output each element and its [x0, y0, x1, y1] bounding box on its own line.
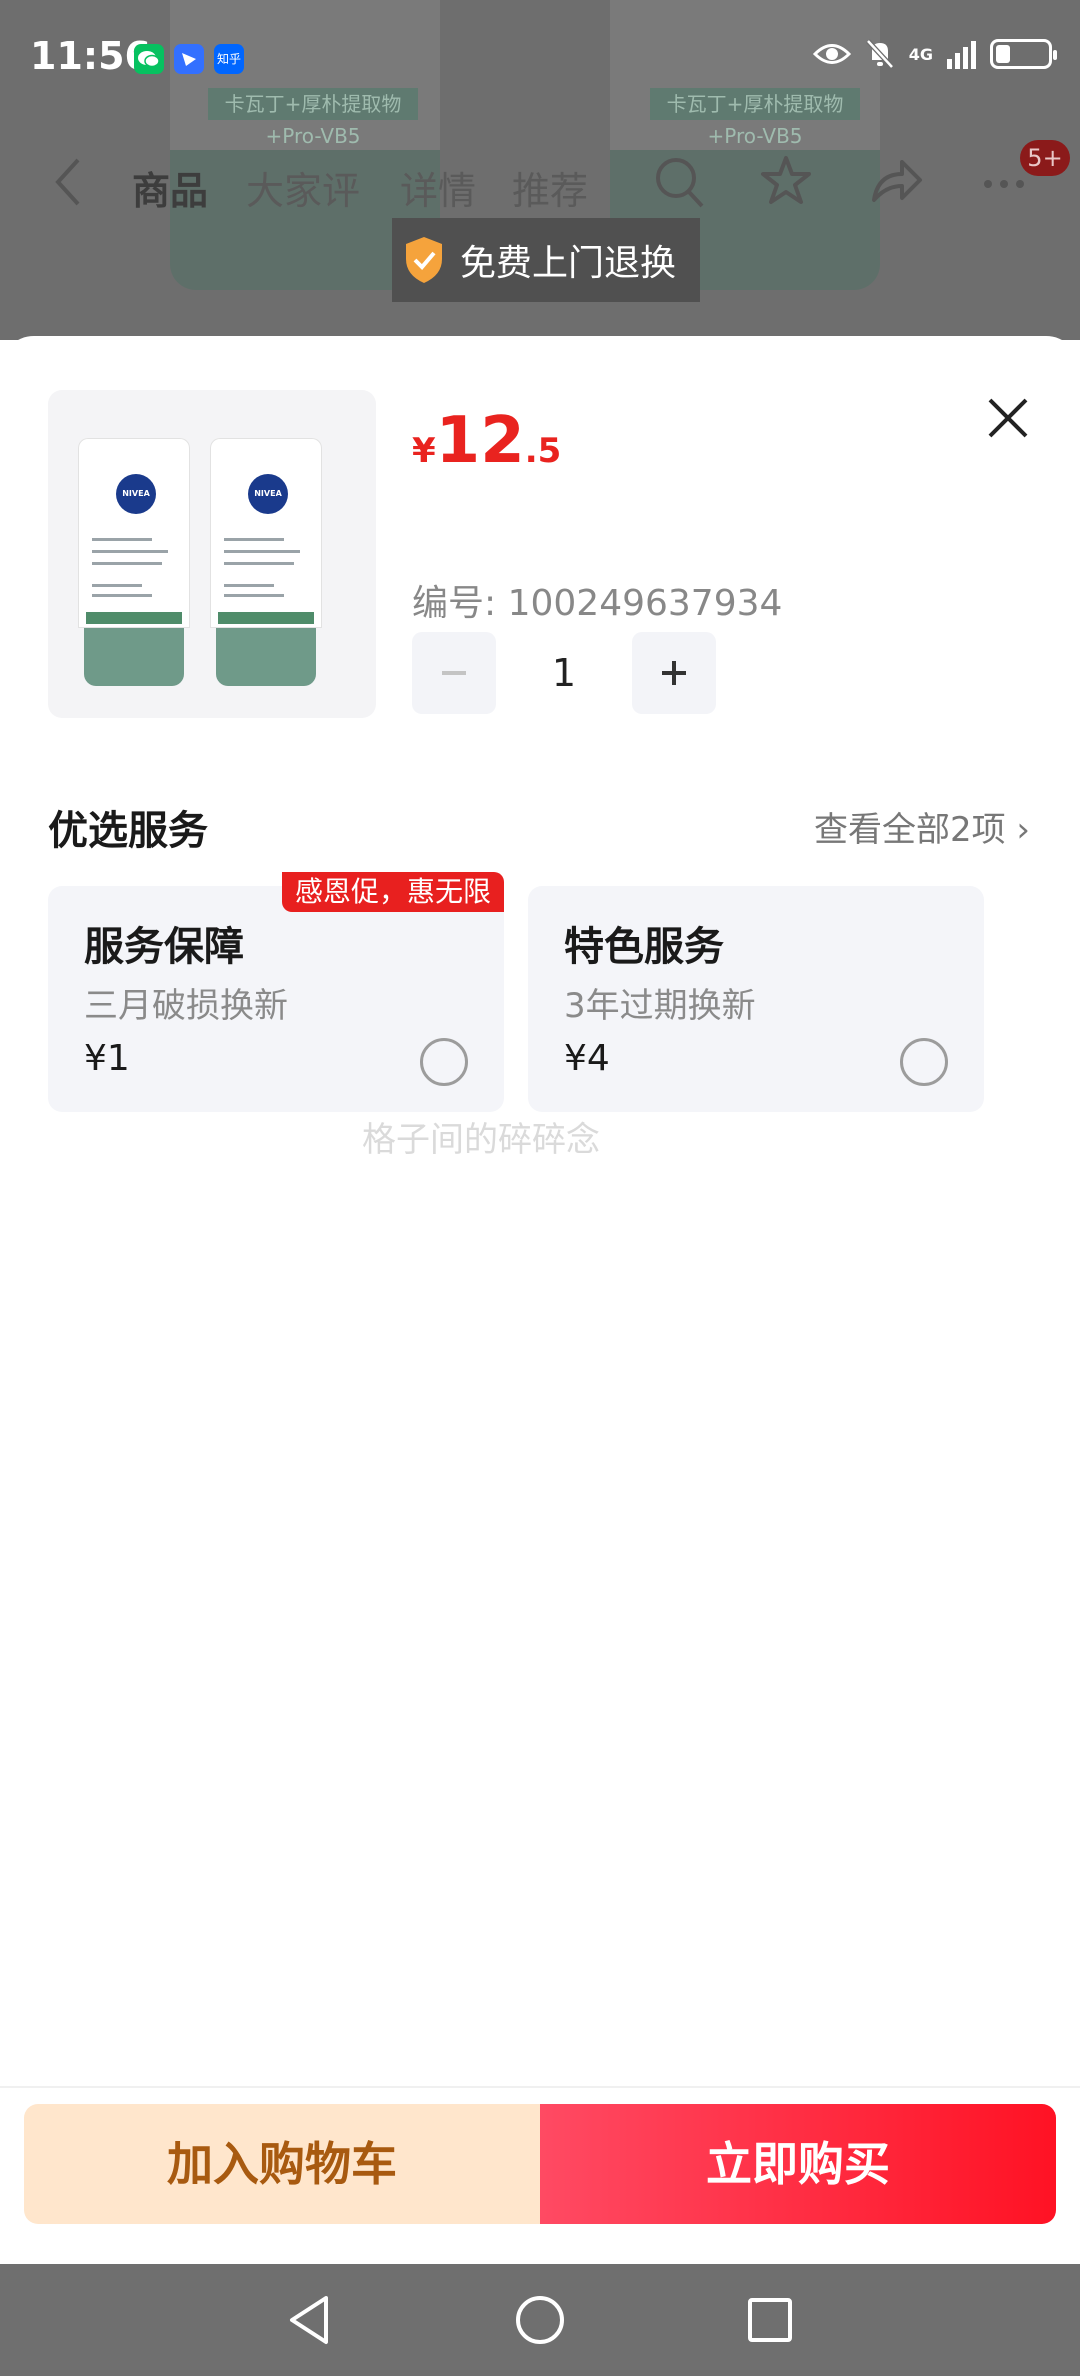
decrease-quantity-button[interactable]: [412, 632, 496, 714]
add-to-cart-button[interactable]: 加入购物车: [24, 2104, 540, 2224]
service-card-title: 特色服务: [564, 924, 724, 970]
search-icon: [656, 158, 704, 208]
service-card-price: ¥1: [84, 1038, 130, 1079]
zhihu-icon: 知乎: [214, 44, 244, 74]
product-tube: NIVEA: [78, 438, 190, 686]
promo-tag: 感恩促，惠无限: [282, 872, 504, 912]
bottom-action-bar: 加入购物车 立即购买: [0, 2086, 1080, 2264]
service-radio[interactable]: [420, 1038, 468, 1086]
close-icon: [988, 398, 1028, 438]
home-circle-icon: [516, 2296, 564, 2344]
view-all-services-link[interactable]: 查看全部2项 ›: [814, 802, 1030, 851]
shield-check-icon: [406, 237, 442, 283]
free-return-banner: 免费上门退换: [392, 218, 700, 302]
status-indicators: 4G: [812, 38, 1057, 70]
product-tube: NIVEA: [210, 438, 322, 686]
message-badge: 5+: [1020, 140, 1070, 176]
status-bar: 11:56 知乎 4G: [0, 0, 1080, 120]
battery-icon: [990, 39, 1057, 69]
free-return-label: 免费上门退换: [460, 243, 677, 284]
service-card-title: 服务保障: [84, 924, 244, 970]
star-icon: [761, 156, 811, 204]
status-time: 11:56: [30, 34, 151, 78]
share-icon: [872, 160, 922, 202]
service-radio[interactable]: [900, 1038, 948, 1086]
quantity-value[interactable]: 1: [496, 651, 632, 695]
system-back-button[interactable]: [280, 2290, 340, 2350]
services-section-title: 优选服务: [48, 808, 208, 854]
plus-icon: [662, 661, 686, 685]
sku-selection-sheet: NIVEA NIVEA ¥12.5 编号: 100249637934 1 优选服…: [0, 336, 1080, 2086]
minus-icon: [442, 671, 466, 675]
close-button[interactable]: [978, 388, 1038, 448]
background-top-nav: 商品 大家评 详情 推荐: [0, 140, 1080, 230]
back-triangle-icon: [290, 2296, 328, 2344]
service-card-price: ¥4: [564, 1038, 610, 1079]
tab-reviews: 大家评: [246, 169, 361, 213]
price-decimal: .5: [524, 431, 562, 471]
recents-square-icon: [748, 2298, 792, 2342]
service-card[interactable]: 服务保障 三月破损换新 ¥1: [48, 886, 504, 1112]
wechat-icon: [134, 44, 164, 74]
system-recents-button[interactable]: [740, 2290, 800, 2350]
price-currency: ¥: [412, 431, 436, 471]
product-thumbnail: NIVEA NIVEA: [48, 390, 376, 718]
system-home-button[interactable]: [510, 2290, 570, 2350]
buy-now-button[interactable]: 立即购买: [540, 2104, 1056, 2224]
tab-product: 商品: [132, 169, 209, 213]
sku-number: 编号: 100249637934: [412, 583, 783, 624]
tab-recommend: 推荐: [512, 169, 589, 213]
feishu-icon: [174, 44, 204, 74]
back-arrow-icon: [55, 158, 80, 206]
mute-bell-icon: [865, 39, 894, 69]
quantity-stepper: 1: [412, 632, 716, 714]
network-type: 4G: [908, 44, 933, 64]
signal-icon: [947, 39, 976, 69]
service-card-subtitle: 三月破损换新: [84, 986, 288, 1026]
increase-quantity-button[interactable]: [632, 632, 716, 714]
watermark: 格子间的碎碎念: [362, 1120, 600, 1160]
tab-details: 详情: [400, 169, 477, 213]
service-card[interactable]: 特色服务 3年过期换新 ¥4: [528, 886, 984, 1112]
product-price: ¥12.5: [412, 404, 561, 478]
eye-icon: [812, 44, 851, 64]
service-card-subtitle: 3年过期换新: [564, 986, 756, 1026]
system-navigation-bar: [0, 2264, 1080, 2376]
price-integer: 12: [435, 404, 525, 478]
